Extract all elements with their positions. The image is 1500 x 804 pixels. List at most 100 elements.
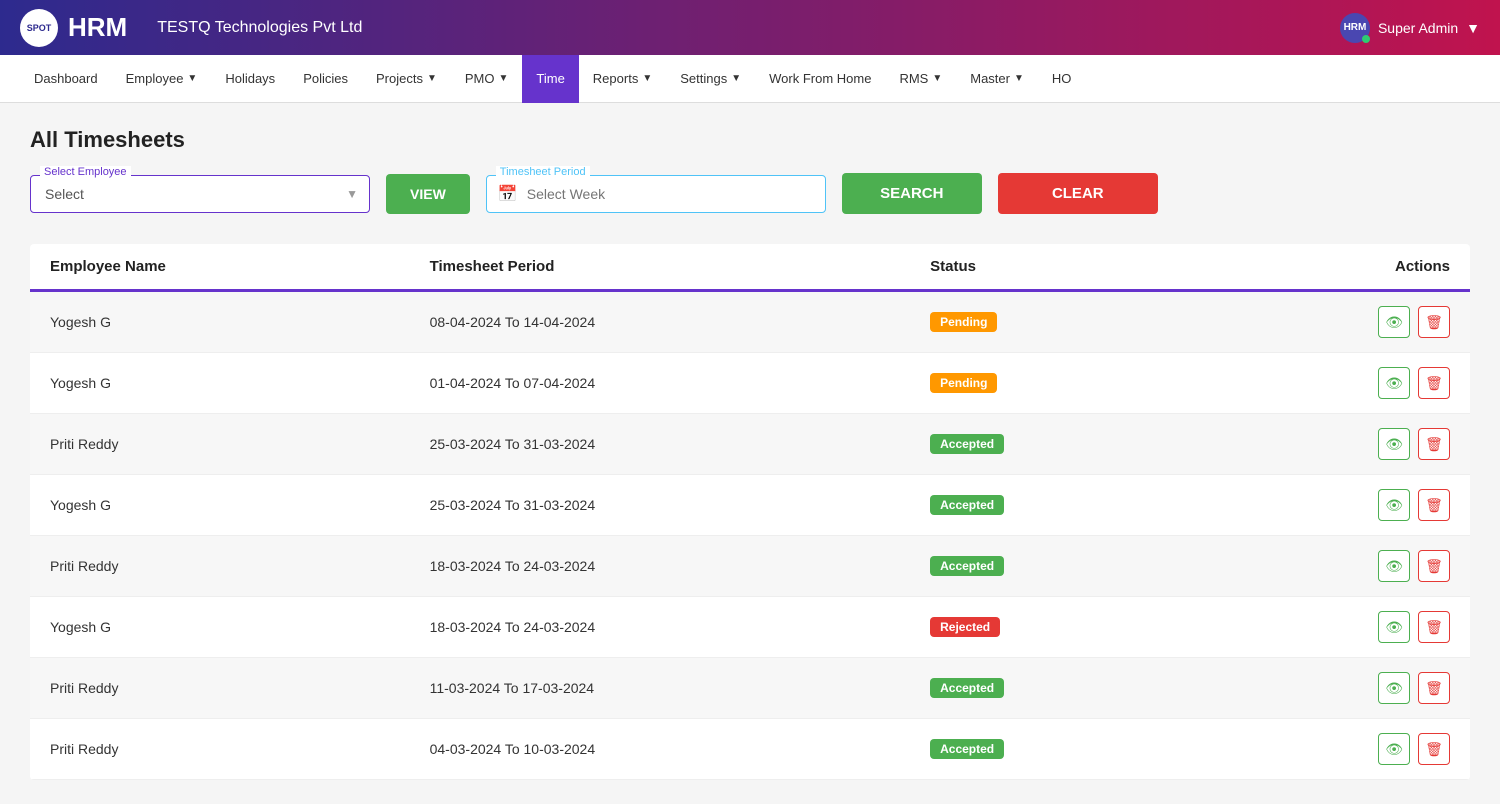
delete-action-button[interactable]: 🗑 bbox=[1418, 611, 1450, 643]
cell-status: Pending bbox=[910, 291, 1188, 353]
cell-actions: 👁 🗑 bbox=[1188, 475, 1470, 536]
cell-status: Pending bbox=[910, 353, 1188, 414]
view-action-button[interactable]: 👁 bbox=[1378, 306, 1410, 338]
timesheets-table: Employee Name Timesheet Period Status Ac… bbox=[30, 244, 1470, 780]
cell-period: 01-04-2024 To 07-04-2024 bbox=[410, 353, 911, 414]
employee-chevron-icon: ▼ bbox=[187, 73, 197, 84]
clear-button[interactable]: CLEAR bbox=[998, 173, 1158, 214]
view-action-button[interactable]: 👁 bbox=[1378, 489, 1410, 521]
status-badge: Accepted bbox=[930, 556, 1004, 576]
view-action-button[interactable]: 👁 bbox=[1378, 428, 1410, 460]
view-action-button[interactable]: 👁 bbox=[1378, 550, 1410, 582]
main-content: All Timesheets Select Employee Select Yo… bbox=[0, 103, 1500, 804]
table-row: Priti Reddy 04-03-2024 To 10-03-2024 Acc… bbox=[30, 719, 1470, 780]
cell-period: 08-04-2024 To 14-04-2024 bbox=[410, 291, 911, 353]
logo-text: HRM bbox=[68, 12, 127, 43]
projects-chevron-icon: ▼ bbox=[427, 73, 437, 84]
cell-status: Accepted bbox=[910, 475, 1188, 536]
nav-holidays[interactable]: Holidays bbox=[211, 55, 289, 103]
delete-action-button[interactable]: 🗑 bbox=[1418, 367, 1450, 399]
navbar: Dashboard Employee ▼ Holidays Policies P… bbox=[0, 55, 1500, 103]
status-badge: Accepted bbox=[930, 739, 1004, 759]
settings-chevron-icon: ▼ bbox=[731, 73, 741, 84]
filter-row: Select Employee Select Yogesh G Priti Re… bbox=[30, 173, 1470, 214]
period-input[interactable] bbox=[486, 175, 826, 213]
delete-action-button[interactable]: 🗑 bbox=[1418, 550, 1450, 582]
rms-chevron-icon: ▼ bbox=[932, 73, 942, 84]
cell-actions: 👁 🗑 bbox=[1188, 353, 1470, 414]
period-label: Timesheet Period bbox=[496, 166, 590, 178]
delete-action-button[interactable]: 🗑 bbox=[1418, 489, 1450, 521]
status-badge: Rejected bbox=[930, 617, 1000, 637]
logo-area: SPOT HRM TESTQ Technologies Pvt Ltd bbox=[20, 9, 362, 47]
nav-reports[interactable]: Reports ▼ bbox=[579, 55, 666, 103]
nav-projects[interactable]: Projects ▼ bbox=[362, 55, 451, 103]
view-button[interactable]: VIEW bbox=[386, 174, 470, 214]
view-action-button[interactable]: 👁 bbox=[1378, 611, 1410, 643]
cell-status: Accepted bbox=[910, 536, 1188, 597]
nav-employee[interactable]: Employee ▼ bbox=[112, 55, 212, 103]
nav-policies[interactable]: Policies bbox=[289, 55, 362, 103]
cell-actions: 👁 🗑 bbox=[1188, 719, 1470, 780]
status-badge: Pending bbox=[930, 312, 997, 332]
status-badge: Accepted bbox=[930, 678, 1004, 698]
nav-settings[interactable]: Settings ▼ bbox=[666, 55, 755, 103]
cell-period: 25-03-2024 To 31-03-2024 bbox=[410, 414, 911, 475]
nav-time[interactable]: Time bbox=[522, 55, 578, 103]
employee-select[interactable]: Select Yogesh G Priti Reddy bbox=[30, 175, 370, 213]
cell-employee: Priti Reddy bbox=[30, 719, 410, 780]
table-row: Yogesh G 08-04-2024 To 14-04-2024 Pendin… bbox=[30, 291, 1470, 353]
cell-actions: 👁 🗑 bbox=[1188, 536, 1470, 597]
nav-ho[interactable]: HO bbox=[1038, 55, 1086, 103]
table-row: Priti Reddy 11-03-2024 To 17-03-2024 Acc… bbox=[30, 658, 1470, 719]
delete-action-button[interactable]: 🗑 bbox=[1418, 306, 1450, 338]
cell-actions: 👁 🗑 bbox=[1188, 291, 1470, 353]
cell-status: Accepted bbox=[910, 658, 1188, 719]
cell-period: 18-03-2024 To 24-03-2024 bbox=[410, 536, 911, 597]
delete-action-button[interactable]: 🗑 bbox=[1418, 428, 1450, 460]
cell-employee: Yogesh G bbox=[30, 597, 410, 658]
pmo-chevron-icon: ▼ bbox=[498, 73, 508, 84]
employee-label: Select Employee bbox=[40, 166, 131, 178]
cell-employee: Priti Reddy bbox=[30, 658, 410, 719]
cell-period: 11-03-2024 To 17-03-2024 bbox=[410, 658, 911, 719]
delete-action-button[interactable]: 🗑 bbox=[1418, 733, 1450, 765]
cell-status: Accepted bbox=[910, 414, 1188, 475]
user-area[interactable]: HRM Super Admin ▼ bbox=[1340, 13, 1480, 43]
cell-status: Accepted bbox=[910, 719, 1188, 780]
cell-employee: Yogesh G bbox=[30, 475, 410, 536]
cell-actions: 👁 🗑 bbox=[1188, 597, 1470, 658]
view-action-button[interactable]: 👁 bbox=[1378, 672, 1410, 704]
nav-master[interactable]: Master ▼ bbox=[956, 55, 1038, 103]
cell-employee: Priti Reddy bbox=[30, 536, 410, 597]
search-button[interactable]: SEARCH bbox=[842, 173, 982, 214]
nav-pmo[interactable]: PMO ▼ bbox=[451, 55, 523, 103]
view-action-button[interactable]: 👁 bbox=[1378, 367, 1410, 399]
employee-field-wrapper: Select Employee Select Yogesh G Priti Re… bbox=[30, 175, 370, 213]
table-row: Priti Reddy 18-03-2024 To 24-03-2024 Acc… bbox=[30, 536, 1470, 597]
cell-employee: Priti Reddy bbox=[30, 414, 410, 475]
cell-actions: 👁 🗑 bbox=[1188, 414, 1470, 475]
avatar: HRM bbox=[1340, 13, 1370, 43]
status-badge: Accepted bbox=[930, 495, 1004, 515]
table-row: Yogesh G 25-03-2024 To 31-03-2024 Accept… bbox=[30, 475, 1470, 536]
delete-action-button[interactable]: 🗑 bbox=[1418, 672, 1450, 704]
table-row: Yogesh G 18-03-2024 To 24-03-2024 Reject… bbox=[30, 597, 1470, 658]
nav-dashboard[interactable]: Dashboard bbox=[20, 55, 112, 103]
status-badge: Accepted bbox=[930, 434, 1004, 454]
period-field-wrapper: Timesheet Period 📅 bbox=[486, 175, 826, 213]
col-employee-name: Employee Name bbox=[30, 244, 410, 291]
nav-rms[interactable]: RMS ▼ bbox=[885, 55, 956, 103]
user-dropdown-icon[interactable]: ▼ bbox=[1466, 20, 1480, 36]
nav-wfh[interactable]: Work From Home bbox=[755, 55, 885, 103]
view-action-button[interactable]: 👁 bbox=[1378, 733, 1410, 765]
table-row: Yogesh G 01-04-2024 To 07-04-2024 Pendin… bbox=[30, 353, 1470, 414]
table-row: Priti Reddy 25-03-2024 To 31-03-2024 Acc… bbox=[30, 414, 1470, 475]
company-name: TESTQ Technologies Pvt Ltd bbox=[157, 19, 362, 37]
user-name: Super Admin bbox=[1378, 20, 1458, 36]
calendar-icon: 📅 bbox=[498, 184, 518, 204]
cell-period: 04-03-2024 To 10-03-2024 bbox=[410, 719, 911, 780]
logo-icon: SPOT bbox=[20, 9, 58, 47]
header: SPOT HRM TESTQ Technologies Pvt Ltd HRM … bbox=[0, 0, 1500, 55]
cell-period: 18-03-2024 To 24-03-2024 bbox=[410, 597, 911, 658]
